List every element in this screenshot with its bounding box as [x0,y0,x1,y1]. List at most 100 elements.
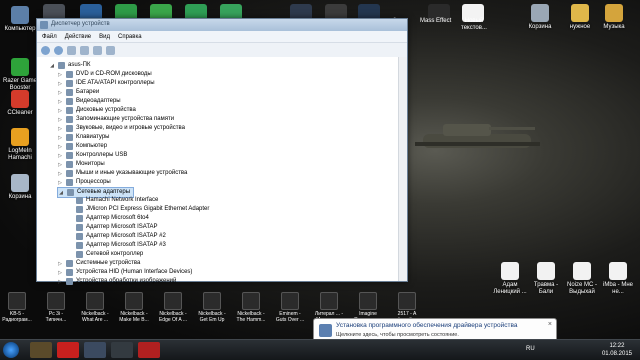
tree-node[interactable]: JMicron PCI Express Gigabit Ethernet Ada… [67,205,209,214]
tree-node-label: Видеоадаптеры [76,98,121,104]
tree-node[interactable]: Адаптер Microsoft ISATAP #3 [67,241,166,250]
razer-icon [11,58,29,76]
expand-arrow-icon[interactable]: ▷ [57,108,63,114]
tree-node[interactable]: ▷ Системные устройства [57,259,140,268]
tree-node-label: Устройства HID (Human Interface Devices) [76,269,193,275]
media-file-thumbnail[interactable]: Nickelback - The Hamm... [236,292,266,323]
properties-icon[interactable] [80,45,89,55]
desktop-icon[interactable]: Корзина [520,4,560,31]
network-adapter-icon [76,224,83,231]
music-folder-icon [605,4,623,22]
tree-node[interactable]: Адаптер Microsoft ISATAP [67,223,158,232]
expand-arrow-icon[interactable]: ▷ [57,171,63,177]
device-tree-icon[interactable] [67,45,76,55]
desktop-icon[interactable]: Музыка [594,4,634,31]
tree-node[interactable]: ▷ IDE ATA/ATAPI контроллеры [57,79,155,88]
desktop-icon[interactable]: Компьютер [0,6,40,33]
media-file-thumbnail[interactable]: Nickelback - Make Me B... [119,292,149,323]
media-file-thumbnail[interactable]: Pc 3i - Типичн... [41,292,71,323]
tree-node[interactable]: ▷ Устройства HID (Human Interface Devices… [57,268,192,277]
desktop-icon-label: Музыка [603,24,625,30]
expand-arrow-icon[interactable]: ▷ [57,90,63,96]
vertical-scrollbar[interactable] [398,57,407,281]
expand-arrow-icon[interactable]: ▷ [57,180,63,186]
menu-item[interactable]: Вид [99,34,110,40]
steam-taskbar-icon[interactable] [84,342,106,358]
notification-close-button[interactable]: × [548,321,552,328]
title-bar[interactable]: Диспетчер устройств [37,19,407,31]
media-file-thumbnail[interactable]: Eminem - Guts Over ... [275,292,305,323]
tree-node[interactable]: ▷ Компьютер [57,142,107,151]
file-icon[interactable]: Адам Леницкий ... [490,262,530,296]
app-taskbar-icon[interactable] [138,342,160,358]
tree-node-label: Дисковые устройства [76,107,136,113]
media-file-thumbnail[interactable]: Nickelback - What Are ... [80,292,110,323]
desktop-icon[interactable]: Razer Game Booster [0,58,40,92]
desktop-icon[interactable]: LogMeIn Hamachi [0,128,40,162]
file-icon[interactable]: Noize MC - Выдыхай [562,262,602,296]
expand-arrow-icon[interactable]: ▷ [57,144,63,150]
file-icon[interactable]: iMba - Мне не... [598,262,638,296]
explorer-taskbar-icon[interactable] [30,342,52,358]
device-manager-window[interactable]: Диспетчер устройств Файл Действие Вид Справ… [36,18,408,285]
forward-arrow-icon[interactable] [54,45,63,55]
expand-arrow-icon [67,225,73,231]
expand-arrow-icon[interactable]: ▷ [57,162,63,168]
expand-arrow-icon[interactable]: ▷ [57,81,63,87]
scan-hardware-icon[interactable] [106,45,115,55]
tree-node[interactable]: ▷ Процессоры [57,178,111,187]
back-arrow-icon[interactable] [41,45,50,55]
tree-node[interactable]: Адаптер Microsoft 6to4 [67,214,149,223]
tree-node[interactable]: ▷ Мониторы [57,160,105,169]
media-taskbar-icon[interactable] [111,342,133,358]
network-adapter-icon [76,197,83,204]
expand-arrow-icon[interactable]: ▷ [57,135,63,141]
menu-item[interactable]: Справка [118,34,142,40]
expand-arrow-icon[interactable]: ▷ [57,117,63,123]
tree-node[interactable]: ▷ Дисковые устройства [57,106,136,115]
media-file-thumbnail[interactable]: Nickelback - Edge Of A ... [158,292,188,323]
tree-node-label: Адаптер Microsoft ISATAP [86,224,158,230]
computer-icon [11,6,29,24]
tree-node-label: JMicron PCI Express Gigabit Ethernet Ada… [86,206,210,212]
yandex-browser-taskbar-icon[interactable] [57,342,79,358]
tree-node[interactable]: ▷ Видеоадаптеры [57,97,121,106]
document-icon [501,262,519,280]
tree-node[interactable]: ▷ Устройства обработки изображений [57,277,176,286]
media-file-thumbnail[interactable]: KB-5 - Радиограм... [2,292,32,323]
menu-item[interactable]: Файл [42,34,57,40]
tree-node[interactable]: ▷ Контроллеры USB [57,151,127,160]
start-button[interactable] [3,342,19,358]
expand-arrow-icon[interactable]: ◢ [49,63,55,69]
tree-node[interactable]: ▷ Клавиатуры [57,133,109,142]
desktop-icon[interactable]: Корзина [0,174,40,201]
expand-arrow-icon[interactable]: ▷ [57,270,63,276]
tree-node[interactable]: ▷ DVD и CD-ROM дисководы [57,70,152,79]
tree-node[interactable]: ◢ asus-ПК [49,61,90,70]
expand-arrow-icon[interactable]: ◢ [58,190,64,196]
tree-node-label: Процессоры [76,179,111,185]
tree-node[interactable]: ▷ Мыши и иные указывающие устройства [57,169,187,178]
tree-node[interactable]: ▷ Запоминающие устройства памяти [57,115,174,124]
expand-arrow-icon[interactable]: ▷ [57,126,63,132]
media-file-thumbnail[interactable]: Nickelback - Get Em Up [197,292,227,323]
menu-item[interactable]: Действие [65,34,91,40]
expand-arrow-icon[interactable]: ▷ [57,261,63,267]
tree-node[interactable]: Адаптер Microsoft ISATAP #2 [67,232,166,241]
language-indicator[interactable]: RU [526,346,535,352]
desktop-icon[interactable]: CCleaner [0,90,40,117]
tree-node[interactable]: ▷ Звуковые, видео и игровые устройства [57,124,185,133]
expand-arrow-icon[interactable]: ▷ [57,279,63,285]
clock[interactable]: 12:22 01.08.2015 [602,342,632,358]
document-icon [537,262,555,280]
media-file-icon [203,292,221,310]
expand-arrow-icon[interactable]: ▷ [57,153,63,159]
tree-node[interactable]: ▷ Батареи [57,88,99,97]
window-title: Диспетчер устройств [51,21,110,27]
expand-arrow-icon[interactable]: ▷ [57,72,63,78]
expand-arrow-icon[interactable]: ▷ [57,99,63,105]
help-icon[interactable] [93,45,102,55]
file-icon[interactable]: Травма - Бали [526,262,566,296]
tree-node[interactable]: Сетевой контроллер [67,250,143,259]
tree-node[interactable]: Hamachi Network Interface [67,196,158,205]
